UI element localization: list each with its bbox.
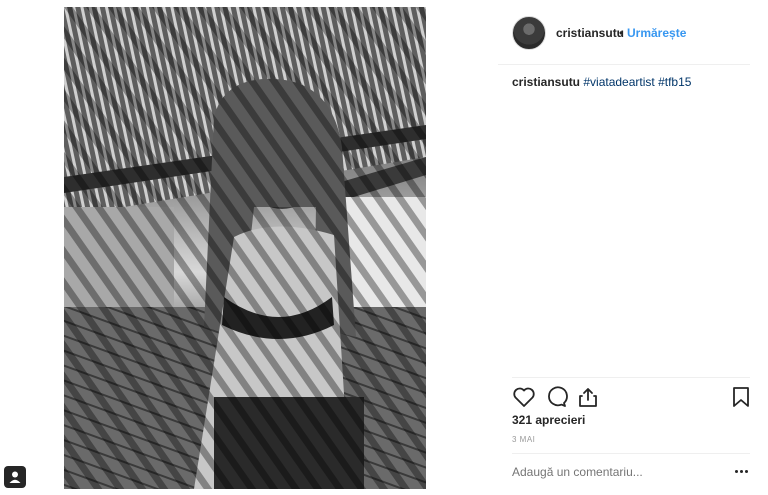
hashtag-link[interactable]: #viatadeartist <box>583 75 654 89</box>
follow-button[interactable]: Urmărește <box>627 26 686 40</box>
bookmark-icon[interactable] <box>729 385 753 409</box>
share-icon[interactable] <box>576 385 600 409</box>
hashtag-link[interactable]: #tfb15 <box>658 75 691 89</box>
more-options-icon[interactable] <box>734 465 750 479</box>
comment-divider <box>512 453 750 454</box>
caption-username[interactable]: cristiansutu <box>512 75 580 89</box>
post-modal: cristiansutu • Urmărește cristiansutu #v… <box>0 0 768 495</box>
post-date[interactable]: 3 MAI <box>512 435 535 444</box>
comment-icon[interactable] <box>544 385 568 409</box>
header-separator: • <box>619 26 624 40</box>
post-side-panel: cristiansutu • Urmărește cristiansutu #v… <box>498 7 758 489</box>
likes-count[interactable]: 321 aprecieri <box>512 413 585 427</box>
post-caption: cristiansutu #viatadeartist #tfb15 <box>512 75 691 89</box>
photo-image <box>64 7 426 489</box>
post-photo[interactable] <box>64 7 426 489</box>
post-header: cristiansutu • Urmărește <box>498 7 750 65</box>
avatar[interactable] <box>512 16 546 50</box>
heart-icon[interactable] <box>512 385 536 409</box>
actions-divider <box>512 377 750 378</box>
comment-input[interactable] <box>512 462 712 482</box>
header-username[interactable]: cristiansutu <box>556 26 624 40</box>
tagged-user-icon[interactable] <box>4 466 26 488</box>
